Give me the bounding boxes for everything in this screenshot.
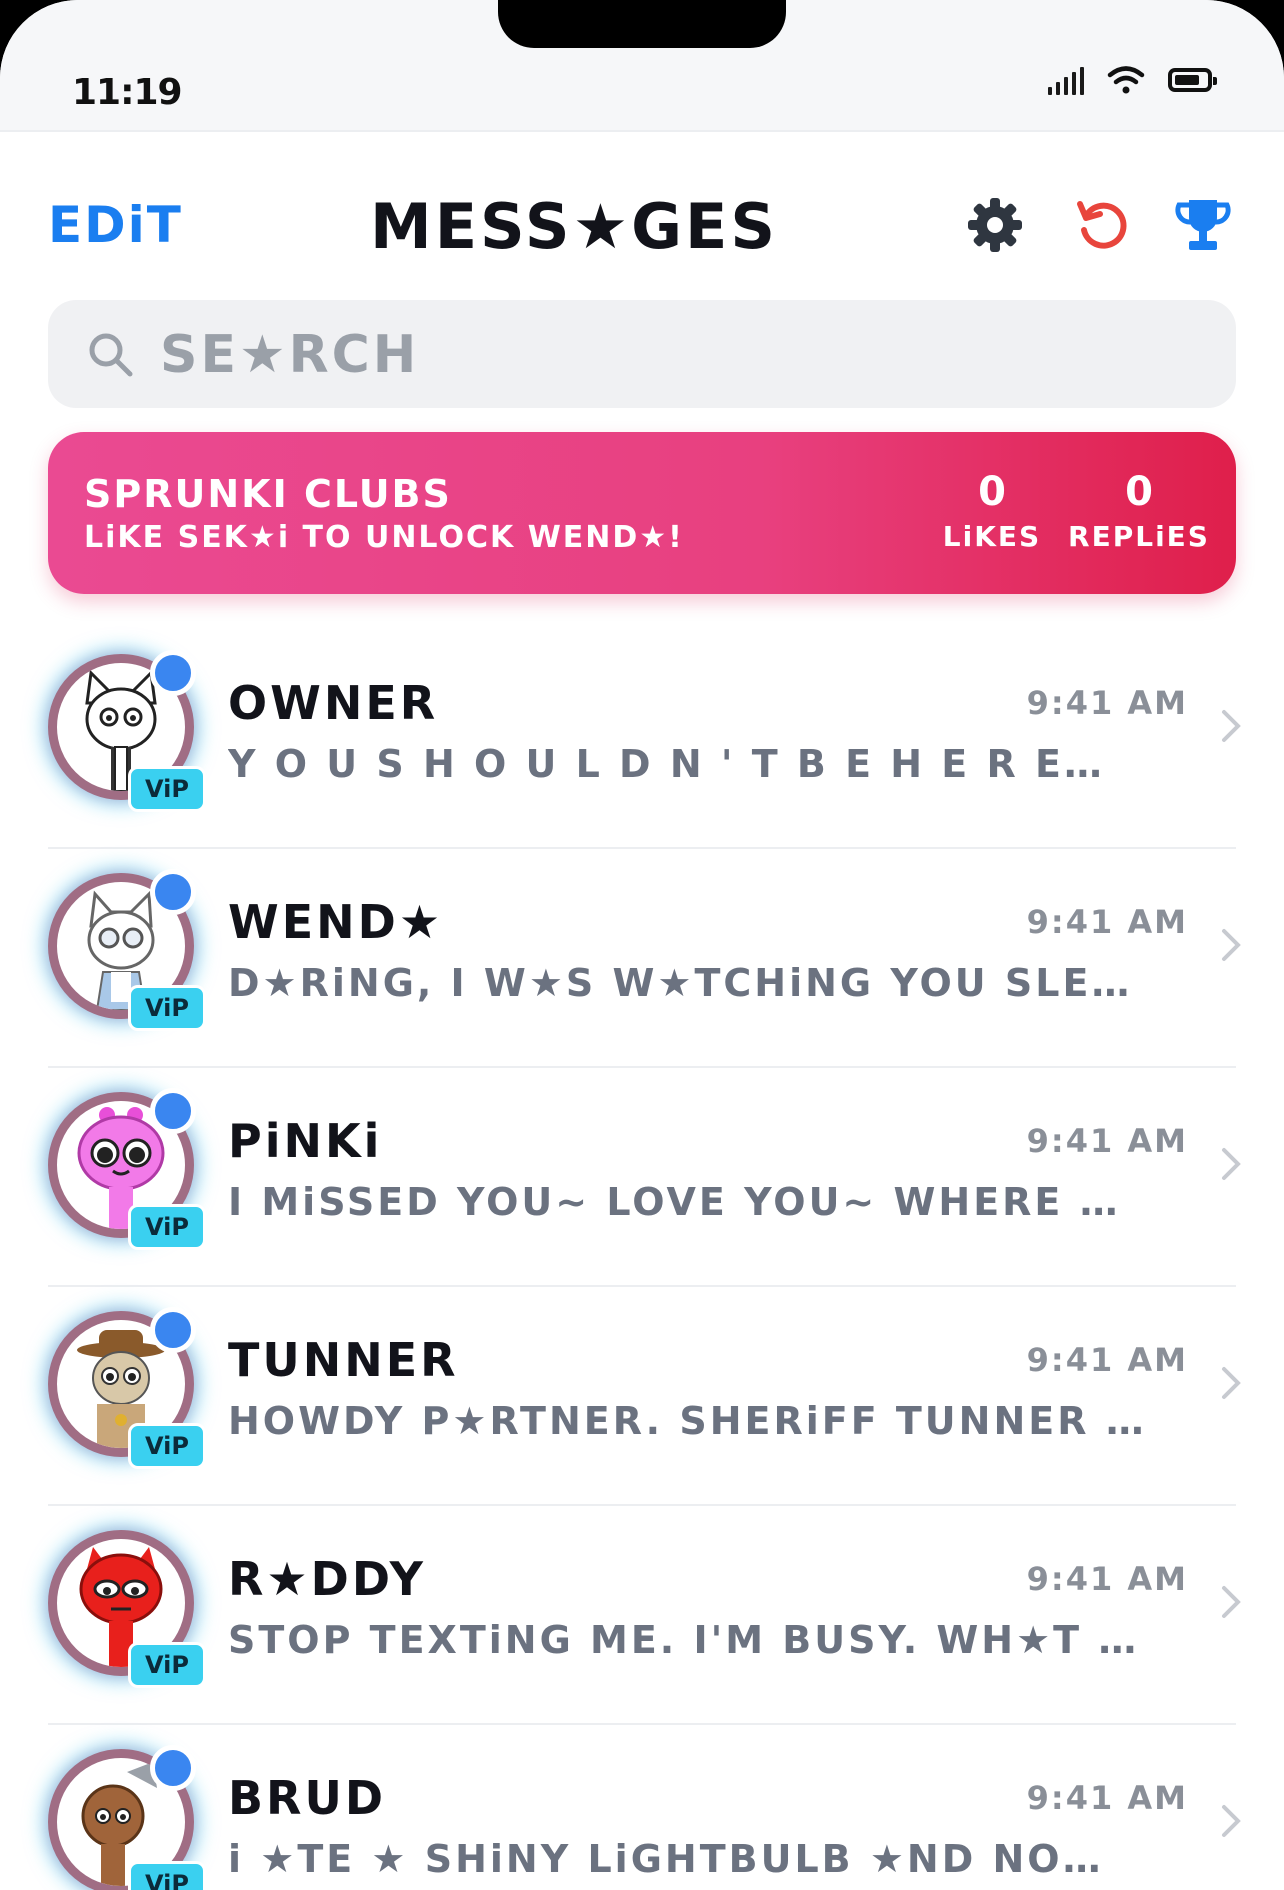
vip-badge: ViP: [128, 1861, 206, 1890]
avatar: ViP: [48, 869, 206, 1031]
message-time: 9:41 AM: [1026, 1779, 1188, 1817]
vip-badge: ViP: [128, 985, 206, 1031]
search-input[interactable]: [158, 320, 1202, 390]
status-time: 11:19: [72, 72, 183, 113]
avatar: ViP: [48, 650, 206, 812]
online-status-dot: [150, 1088, 196, 1134]
header: EDiT MESS★GES: [0, 130, 1284, 290]
message-time: 9:41 AM: [1026, 1560, 1188, 1598]
vip-badge: ViP: [128, 1423, 206, 1469]
likes-stat: 0 LiKES: [922, 470, 1062, 553]
cellular-signal-icon: [1048, 65, 1084, 95]
vip-badge: ViP: [128, 766, 206, 812]
message-time: 9:41 AM: [1026, 903, 1188, 941]
conversation-row[interactable]: ViP BRUD i ★TE ★ SHiNY LiGHTBULB ★ND NO……: [0, 1725, 1284, 1890]
chevron-right-icon: [1222, 1148, 1241, 1180]
message-preview: I MiSSED YOU~ LOVE YOU~ WHERE …: [228, 1180, 1121, 1224]
chevron-right-icon: [1222, 929, 1241, 961]
vip-badge: ViP: [128, 1642, 206, 1688]
conversation-row[interactable]: ViP OWNER Y O U S H O U L D N ' T B E H …: [0, 630, 1284, 849]
contact-name: TUNNER: [228, 1333, 459, 1387]
status-bar: 11:19: [0, 0, 1284, 132]
vip-badge: ViP: [128, 1204, 206, 1250]
search-icon: [89, 333, 133, 377]
message-time: 9:41 AM: [1026, 1341, 1188, 1379]
replies-count: 0: [1125, 469, 1153, 515]
edit-button[interactable]: EDiT: [48, 196, 183, 254]
avatar: ViP: [48, 1745, 206, 1890]
contact-name: OWNER: [228, 676, 439, 730]
status-icons: [1048, 62, 1217, 98]
gear-icon[interactable]: [966, 196, 1024, 254]
message-preview: HOWDY P★RTNER. SHERiFF TUNNER …: [228, 1399, 1147, 1443]
sprunki-clubs-banner[interactable]: SPRUNKI CLUBS LiKE SEK★i TO UNLOCK WEND★…: [48, 432, 1236, 594]
likes-label: LiKES: [942, 520, 1042, 553]
chevron-right-icon: [1222, 1805, 1241, 1837]
message-time: 9:41 AM: [1026, 1122, 1188, 1160]
message-time: 9:41 AM: [1026, 684, 1188, 722]
search-bar[interactable]: [48, 300, 1236, 408]
refresh-icon[interactable]: [1074, 196, 1132, 254]
chevron-right-icon: [1222, 710, 1241, 742]
banner-subtitle: LiKE SEK★i TO UNLOCK WEND★!: [84, 520, 684, 555]
phone-screen: 11:19 EDiT MESS★GES SE★RCH SPRUNKI CLUBS…: [0, 0, 1284, 1890]
replies-label: REPLiES: [1068, 520, 1210, 553]
avatar: ViP: [48, 1088, 206, 1250]
online-status-dot: [150, 1745, 196, 1791]
camera-notch: [498, 0, 786, 48]
conversation-row[interactable]: ViP PiNKi I MiSSED YOU~ LOVE YOU~ WHERE …: [0, 1068, 1284, 1287]
online-status-dot: [150, 650, 196, 696]
chevron-right-icon: [1222, 1367, 1241, 1399]
conversation-row[interactable]: ViP TUNNER HOWDY P★RTNER. SHERiFF TUNNER…: [0, 1287, 1284, 1506]
contact-name: PiNKi: [228, 1114, 383, 1168]
banner-title: SPRUNKI CLUBS: [84, 472, 452, 516]
avatar: ViP: [48, 1307, 206, 1469]
conversation-row[interactable]: ViP WEND★ D★RiNG, I W★S W★TCHiNG YOU SLE…: [0, 849, 1284, 1068]
message-preview: i ★TE ★ SHiNY LiGHTBULB ★ND NO…: [228, 1837, 1104, 1881]
chevron-right-icon: [1222, 1586, 1241, 1618]
contact-name: R★DDY: [228, 1552, 426, 1606]
avatar: ViP: [48, 1530, 206, 1688]
message-preview: Y O U S H O U L D N ' T B E H E R E…: [228, 742, 1105, 786]
page-title: MESS★GES: [370, 190, 779, 263]
contact-name: WEND★: [228, 895, 444, 949]
message-preview: STOP TEXTiNG ME. I'M BUSY. WH★T …: [228, 1618, 1140, 1662]
contact-name: BRUD: [228, 1771, 387, 1825]
likes-count: 0: [978, 469, 1006, 515]
online-status-dot: [150, 869, 196, 915]
message-preview: D★RiNG, I W★S W★TCHiNG YOU SLE…: [228, 961, 1133, 1005]
online-status-dot: [150, 1307, 196, 1353]
wifi-icon: [1107, 66, 1145, 94]
replies-stat: 0 REPLiES: [1054, 470, 1224, 553]
conversation-row[interactable]: ViP R★DDY STOP TEXTiNG ME. I'M BUSY. WH★…: [0, 1506, 1284, 1725]
trophy-icon[interactable]: [1174, 196, 1232, 254]
battery-icon: [1168, 68, 1217, 92]
